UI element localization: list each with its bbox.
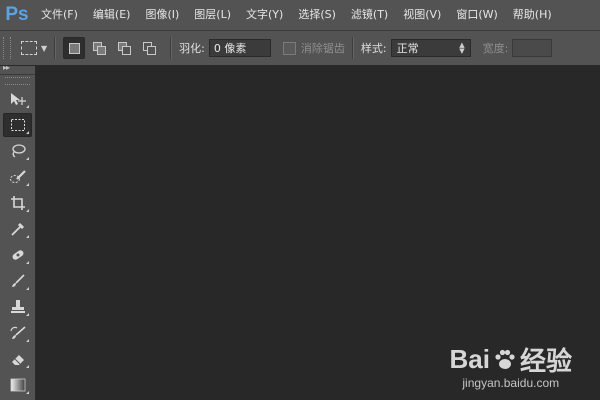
options-bar-grip[interactable] (3, 37, 11, 59)
subtract-from-selection-icon (118, 42, 132, 55)
select-arrows-icon: ▲ ▼ (459, 41, 465, 55)
watermark-logo: Bai 经验 (450, 341, 572, 378)
divider (351, 37, 354, 59)
expand-panel-icon[interactable]: ▸▸ (3, 63, 10, 72)
antialias-checkbox[interactable] (282, 41, 296, 55)
menu-filter[interactable]: 滤镜(T) (344, 0, 396, 30)
photoshop-logo[interactable]: Ps (0, 0, 34, 30)
crop-icon (10, 196, 25, 210)
spot-healing-icon (12, 250, 23, 260)
add-to-selection-icon (93, 42, 107, 55)
move-icon (10, 93, 26, 105)
feather-label: 羽化: (179, 42, 205, 55)
clone-stamp-tool[interactable] (3, 295, 32, 319)
paw-icon (495, 349, 515, 369)
width-input[interactable] (512, 39, 553, 57)
rectangular-marquee-tool[interactable] (3, 113, 32, 137)
eraser-tool[interactable] (3, 347, 32, 371)
gradient-icon (10, 378, 25, 392)
history-brush-tool[interactable] (3, 321, 32, 345)
menu-file[interactable]: 文件(F) (34, 0, 86, 30)
width-label: 宽度: (482, 42, 509, 55)
menu-view[interactable]: 视图(V) (396, 0, 449, 30)
menu-layer[interactable]: 图层(L) (187, 0, 239, 30)
tools-panel-header[interactable]: ▸▸ (0, 63, 35, 75)
options-bar: ▼ 羽化: 0 像素 消除锯齿 样式: 正常 ▲ ▼ 宽度: (0, 31, 600, 66)
quick-selection-icon (9, 170, 26, 183)
tool-preset-picker-icon[interactable] (21, 41, 37, 55)
watermark-brand-left: Bai (449, 344, 490, 374)
menu-help[interactable]: 帮助(H) (506, 0, 560, 30)
menu-image[interactable]: 图像(I) (138, 0, 187, 30)
brush-tool[interactable] (3, 269, 32, 293)
gradient-tool[interactable] (3, 373, 32, 397)
add-to-selection-button[interactable] (88, 37, 110, 59)
lasso-icon (11, 144, 26, 158)
feather-input[interactable]: 0 像素 (208, 39, 271, 57)
menu-type[interactable]: 文字(Y) (239, 0, 291, 30)
baidu-jingyan-watermark: Bai 经验 jingyan.baidu.com (450, 341, 572, 390)
intersect-selection-button[interactable] (138, 37, 160, 59)
antialias-label: 消除锯齿 (300, 42, 345, 55)
move-tool[interactable] (3, 87, 32, 111)
tools-panel: ▸▸ (0, 63, 36, 400)
divider (170, 37, 173, 59)
watermark-brand-right: 经验 (519, 346, 572, 376)
eraser-icon (11, 355, 24, 365)
eyedropper-icon (10, 222, 24, 236)
divider (54, 37, 57, 59)
rectangular-marquee-icon (10, 119, 25, 131)
watermark-site: jingyan.baidu.com (462, 376, 560, 390)
menu-window[interactable]: 窗口(W) (449, 0, 505, 30)
history-brush-icon (9, 326, 26, 339)
eyedropper-tool[interactable] (3, 217, 32, 241)
crop-tool[interactable] (3, 191, 32, 215)
quick-selection-tool[interactable] (3, 165, 32, 189)
style-select-value: 正常 (396, 42, 419, 55)
spot-healing-tool[interactable] (3, 243, 32, 267)
clone-stamp-icon (10, 300, 25, 313)
style-select[interactable]: 正常 ▲ ▼ (390, 39, 471, 57)
style-label: 样式: (360, 42, 387, 55)
brush-icon (11, 274, 25, 287)
lasso-tool[interactable] (3, 139, 32, 163)
intersect-selection-icon (143, 42, 157, 55)
subtract-from-selection-button[interactable] (113, 37, 135, 59)
tools-panel-grip[interactable] (5, 77, 30, 85)
menu-select[interactable]: 选择(S) (291, 0, 344, 30)
chevron-down-icon[interactable]: ▼ (41, 44, 47, 53)
menu-edit[interactable]: 编辑(E) (86, 0, 139, 30)
new-selection-icon (68, 42, 80, 54)
menu-bar: Ps 文件(F) 编辑(E) 图像(I) 图层(L) 文字(Y) 选择(S) 滤… (0, 0, 600, 31)
new-selection-button[interactable] (63, 37, 86, 59)
